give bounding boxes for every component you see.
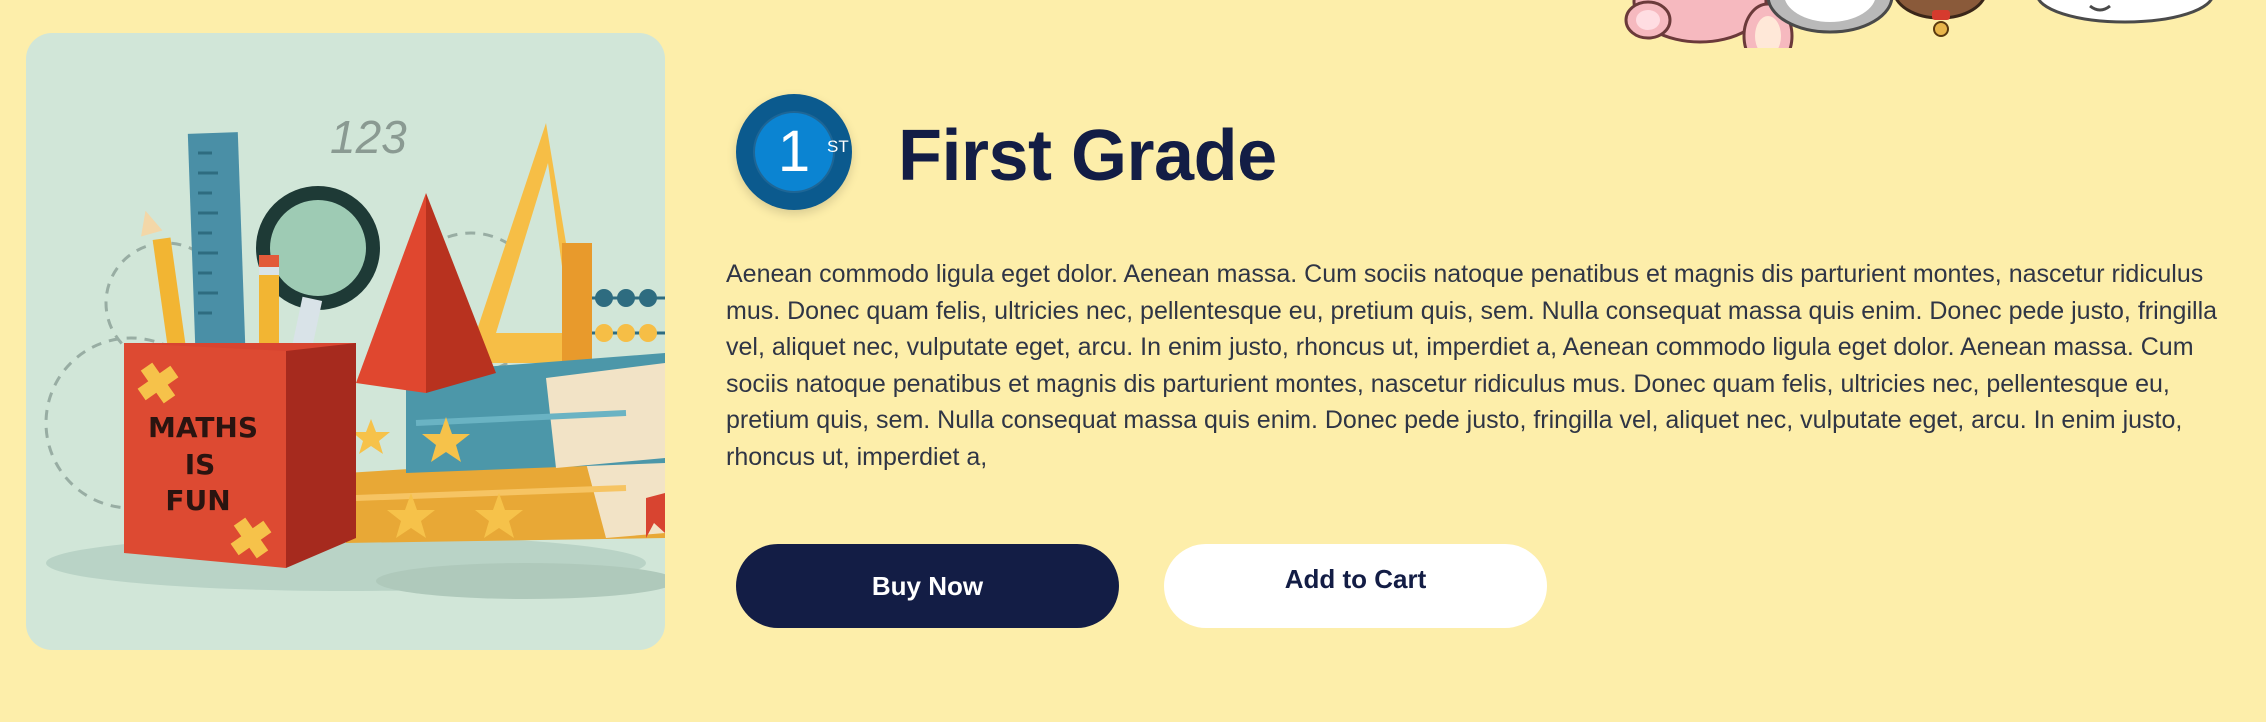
- numbers-text: 123: [330, 111, 407, 163]
- product-illustration: 123 MATHS IS FUN: [26, 33, 665, 650]
- grade-badge-inner: 1 ST: [755, 113, 849, 191]
- cartoon-animals-decoration: [1620, 0, 2220, 48]
- box-text-line-3: FUN: [165, 484, 230, 517]
- add-to-cart-label: Add to Cart: [1284, 563, 1427, 594]
- grade-badge: 1 ST: [736, 94, 852, 210]
- buy-now-button[interactable]: Buy Now: [736, 544, 1119, 628]
- buy-now-label: Buy Now: [871, 570, 984, 601]
- grade-number: 1: [777, 119, 811, 184]
- box-text-line-2: IS: [185, 448, 216, 481]
- box-text-line-1: MATHS: [148, 411, 258, 444]
- product-title: First Grade: [898, 116, 1277, 196]
- add-to-cart-button[interactable]: Add to Cart: [1164, 544, 1547, 628]
- product-description: Aenean commodo ligula eget dolor. Aenean…: [726, 260, 2218, 471]
- grade-suffix: ST: [827, 137, 849, 156]
